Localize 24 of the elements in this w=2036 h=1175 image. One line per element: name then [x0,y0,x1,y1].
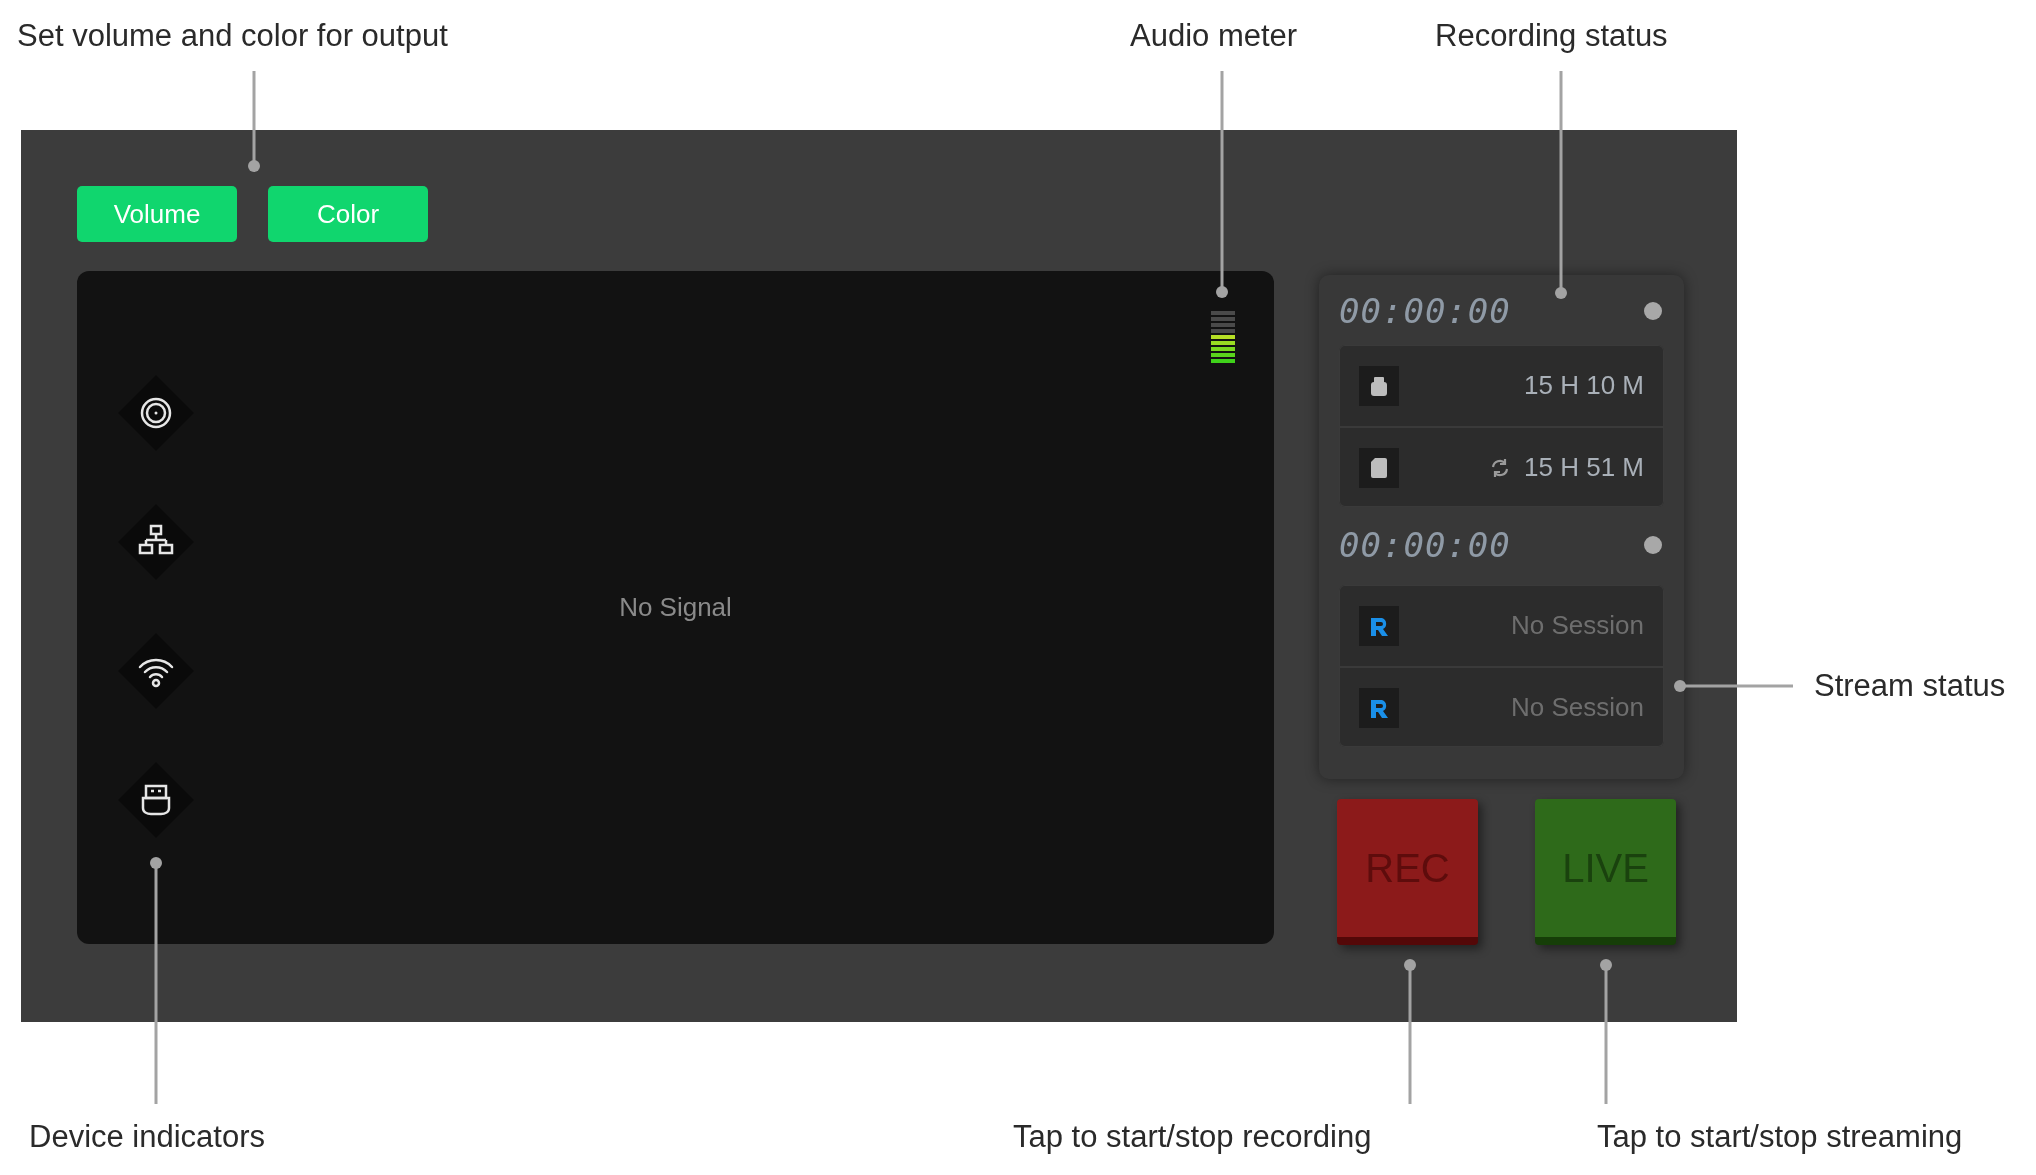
session-status: No Session [1511,691,1644,724]
annotation-label: Tap to start/stop streaming [1597,1118,1963,1156]
timer-display: 00:00:00 [1339,289,1511,333]
annotation-label: Tap to start/stop recording [1013,1118,1372,1156]
session-status: No Session [1511,609,1644,642]
no-signal-text: No Signal [619,591,732,624]
annotation-label: Stream status [1814,667,2006,705]
annotation-label: Device indicators [29,1118,266,1156]
network-icon [116,502,196,582]
output-button[interactable]: Volume [77,186,237,242]
wifi-icon [116,631,196,711]
annotation-label: Set volume and color for output [17,17,448,55]
usb-drive-icon [1359,365,1399,406]
annotation-label: Audio meter [1130,17,1298,55]
r-logo-icon [1359,687,1399,728]
output-button[interactable]: Color [268,186,428,242]
usb-icon [116,760,196,840]
r-logo-icon [1359,605,1399,646]
annotation-label: Recording status [1435,17,1668,55]
remaining-time: 15 H 10 M [1524,369,1644,402]
sd-card-icon [1359,447,1399,488]
lens-icon [116,373,196,453]
timer-display: 00:00:00 [1339,523,1511,567]
remaining-time: 15 H 51 M [1524,451,1644,484]
